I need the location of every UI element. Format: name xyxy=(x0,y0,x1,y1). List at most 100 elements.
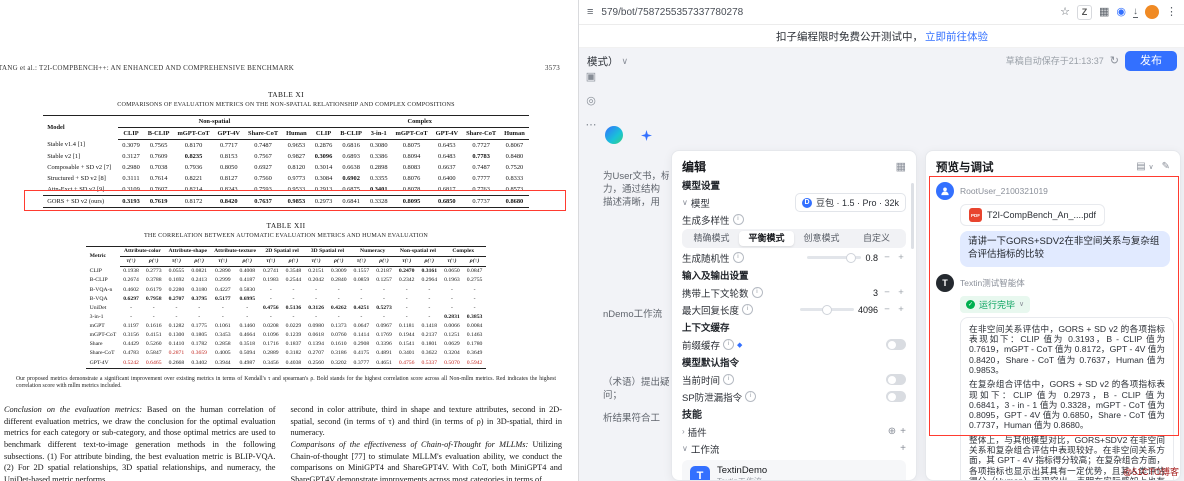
metric-cell: 0.4262 xyxy=(330,304,347,311)
metric-cell: 0.6841 xyxy=(336,195,366,208)
metric-cell: 0.8075 xyxy=(402,141,421,149)
bookmark-star-icon[interactable]: ☆ xyxy=(1060,6,1070,18)
metric-cell: - xyxy=(246,304,249,311)
mode-option[interactable]: 自定义 xyxy=(849,231,904,246)
scrollbar-thumb[interactable] xyxy=(911,183,914,249)
current-time-toggle[interactable] xyxy=(886,374,906,385)
metric-cell: - xyxy=(292,295,295,302)
max-length-slider[interactable] xyxy=(799,305,854,315)
preview-header: 预览与调试 ▤ ∨ ✎ xyxy=(936,158,1170,175)
decrement-button[interactable]: − xyxy=(882,252,892,263)
info-icon: i xyxy=(751,287,763,298)
publish-button[interactable]: 发布 xyxy=(1125,50,1177,72)
column-header: Metric xyxy=(86,245,120,267)
metric-cell: 0.3180 xyxy=(191,286,207,293)
pencil-icon[interactable]: ✎ xyxy=(1162,161,1170,172)
menu-icon[interactable]: ≡ xyxy=(587,6,593,18)
decrement-button[interactable]: − xyxy=(882,287,892,298)
metric-cell: 0.7593 xyxy=(254,185,272,193)
metric-cell: - xyxy=(428,286,431,293)
table-row: 3-in-1 - - - - - - - - - - - - - - 0.2831 0.3853 xyxy=(86,313,486,322)
plugins-label: 插件 xyxy=(687,427,707,439)
more-horizontal-icon[interactable]: ⋯ xyxy=(586,120,597,131)
edit-panel-header: 编辑 ▦ xyxy=(682,158,906,175)
panel-icon[interactable]: ▣ xyxy=(586,72,596,83)
plus-icon[interactable]: + xyxy=(900,426,906,437)
workflow-card[interactable]: T TextinDemo Textin工作流 xyxy=(682,460,906,480)
metric-cell: 0.7619 xyxy=(143,195,174,208)
circle-plus-icon[interactable]: ⊕ xyxy=(888,426,896,437)
workflow-row[interactable]: ∨ 工作流 + xyxy=(682,441,906,456)
metric-cell: - xyxy=(315,313,318,320)
prefix-cache-toggle[interactable] xyxy=(886,339,906,350)
column-header: CLIP xyxy=(118,127,144,140)
chevron-right-icon[interactable]: › xyxy=(682,427,685,436)
z-extension-icon[interactable]: Z xyxy=(1076,4,1092,20)
model-value: 豆包 · 1.5 · Pro · 32k xyxy=(815,198,899,208)
promo-link[interactable]: 立即前往体验 xyxy=(925,29,988,44)
metric-name: GPT-4V xyxy=(86,358,120,369)
layout-icon[interactable]: ▦ xyxy=(896,160,906,173)
metric-cell: 0.1181 xyxy=(398,323,415,329)
mode-option[interactable]: 创意模式 xyxy=(794,231,849,246)
mode-option[interactable]: 精确模式 xyxy=(684,231,739,246)
user-message-header: RootUser_2100321019 xyxy=(936,182,1170,200)
model-selector[interactable]: D 豆包 · 1.5 · Pro · 32k xyxy=(794,193,906,212)
browser-profile-avatar[interactable] xyxy=(1145,5,1159,19)
metric-cell: 0.2898 xyxy=(369,163,388,171)
monitor-icon[interactable]: ▤ ∨ xyxy=(1136,161,1153,172)
increment-button[interactable]: + xyxy=(896,304,906,315)
attachment-card[interactable]: PDF T2I-CompBench_An_....pdf xyxy=(960,204,1106,226)
randomness-slider[interactable] xyxy=(807,253,862,263)
column-header: ρ(↑) xyxy=(417,256,441,268)
autosave-status: 草稿自动保存于21:13:37 xyxy=(1005,56,1104,67)
metric-cell: 0.6400 xyxy=(438,174,456,182)
sp-leak-toggle[interactable] xyxy=(886,391,906,402)
increment-button[interactable]: + xyxy=(896,287,906,298)
metric-cell: 0.8083 xyxy=(402,163,421,171)
metric-cell: 0.7487 xyxy=(254,141,272,149)
info-icon: i xyxy=(723,374,735,385)
paragraph-text: Based on the human correlation of differ… xyxy=(4,405,276,481)
record-icon[interactable]: ◉ xyxy=(1116,6,1126,18)
metric-cell: 0.4005 xyxy=(214,350,231,357)
metric-cell: 0.8243 xyxy=(219,185,238,193)
increment-button[interactable]: + xyxy=(896,252,906,263)
metric-cell: 0.0821 xyxy=(191,268,207,275)
download-icon[interactable]: ↓ xyxy=(1133,6,1138,18)
more-vertical-icon[interactable]: ⋮ xyxy=(1166,6,1177,18)
plugins-row[interactable]: › 插件 ⊕ + xyxy=(682,424,906,439)
column-header: τ(↑) xyxy=(165,256,188,268)
column-header: ρ(↑) xyxy=(187,256,211,268)
metric-cell: 0.4038 xyxy=(282,358,305,369)
header-row: Model Non-spatial Complex xyxy=(43,115,529,140)
metric-cell: 0.1769 xyxy=(376,332,392,339)
metric-cell: 0.5070 xyxy=(440,358,464,369)
decrement-button[interactable]: − xyxy=(882,304,892,315)
metric-cell: 0.7560 xyxy=(254,174,272,182)
history-icon[interactable]: ↻ xyxy=(1110,54,1119,67)
context-cache-label: 上下文缓存 xyxy=(682,323,730,334)
workflow-label: 工作流 xyxy=(690,444,720,456)
diversity-label: 生成多样性 xyxy=(682,215,730,227)
chevron-down-icon[interactable]: ∨ xyxy=(682,198,688,207)
metric-cell: 0.3453 xyxy=(214,332,231,339)
run-status-chip[interactable]: ✓ 运行完毕 ∨ xyxy=(960,295,1031,313)
sparkle-icon[interactable] xyxy=(641,129,652,141)
extensions-icon[interactable]: ▦ xyxy=(1099,6,1109,18)
metric-cell: 0.5260 xyxy=(145,341,162,348)
pdf-file-icon: PDF xyxy=(969,208,982,222)
mode-option[interactable]: 平衡模式 xyxy=(739,231,794,246)
chevron-down-icon[interactable]: ∨ xyxy=(682,444,688,453)
gem-icon: ◆ xyxy=(737,341,743,349)
target-icon[interactable]: ◎ xyxy=(586,96,596,107)
metric-cell: 0.3127 xyxy=(122,152,140,160)
plus-icon[interactable]: + xyxy=(900,443,906,454)
metric-cell: 0.3548 xyxy=(285,268,302,275)
bot-avatar[interactable] xyxy=(605,126,623,144)
metric-cell: 0.3111 xyxy=(122,174,140,182)
metric-cell: - xyxy=(428,313,431,320)
running-head-title: TANG et al.: T2I-COMPBENCH++: AN ENHANCE… xyxy=(0,64,295,72)
metric-cell: 0.3659 xyxy=(191,350,207,357)
metric-cell: 0.3355 xyxy=(369,174,388,182)
